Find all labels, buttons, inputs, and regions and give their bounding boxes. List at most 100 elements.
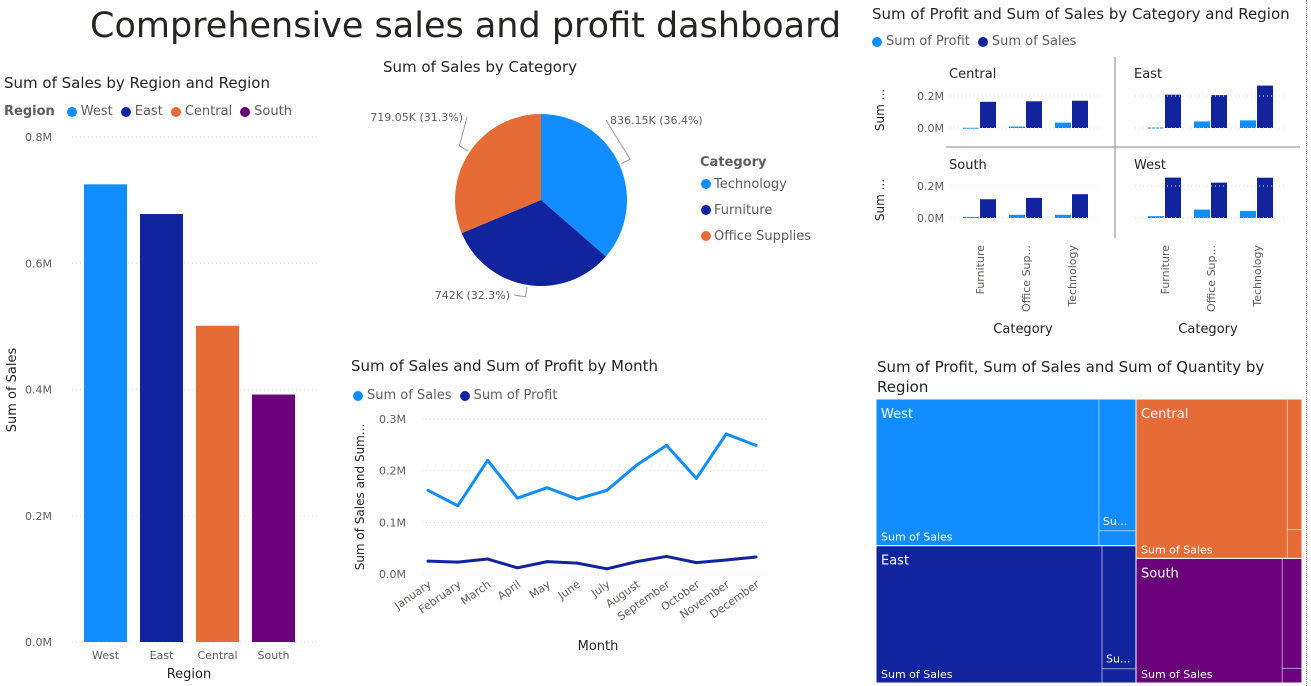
sm-yaxis-label: Sum ... [873,89,887,131]
pie-legend-title: Category [700,155,767,170]
legend-swatch-sales [353,390,363,401]
sm-xtick-label: Technology [1251,245,1264,308]
pie-legend-item-technology: Technology [713,177,787,192]
bar-central [196,325,239,642]
sm-bar-sales [1211,182,1227,218]
legend-central[interactable]: Central [185,104,232,119]
legend-swatch-profit [459,390,470,401]
line-point [545,486,549,490]
treemap-tile-label: Sum of Sales [881,531,953,544]
sm-bar-sales [1257,177,1273,218]
treemap-subtile-label: Su... [1103,515,1127,528]
sm-bar-sales [1026,197,1042,218]
sm-bar-sales [1165,177,1181,218]
legend-west[interactable]: West [81,104,113,119]
legend-swatch-east [120,106,131,117]
line-chart-legend[interactable]: Sum of Sales Sum of Profit [347,388,557,403]
line-point [426,488,430,492]
sm-panel-title-east: East [1134,67,1162,82]
treemap-tile-central [1135,399,1302,559]
line-point [456,504,460,508]
legend-swatch-profit-sm [872,36,882,47]
line-series-sum-of-profit [427,554,757,571]
line-chart-title: Sum of Sales and Sum of Profit by Month [351,357,659,375]
line-point [605,488,609,492]
bar-ytick-label: 0.2M [25,510,52,523]
line-point [515,566,519,570]
pie-data-label: 742K (32.3%) [435,289,510,302]
small-multiples-title: Sum of Profit and Sum of Sales by Catego… [872,5,1290,23]
sm-xaxis-label: Category [1178,322,1238,337]
sm-bar-sales [980,101,996,128]
pie-chart-title: Sum of Sales by Category [383,58,578,76]
bar-xtick-label: Central [197,649,237,662]
bar-xtick-label: East [150,649,174,662]
pie-data-label: 836.15K (36.4%) [610,114,703,127]
bar-west [84,184,127,642]
legend-swatch-west [66,106,77,117]
line-ytick-label: 0.0M [379,568,406,581]
sm-panel-title-central: Central [949,67,996,82]
pie-data-label: 719.05K (31.3%) [370,111,463,124]
legend-sm-sum-of-sales[interactable]: Sum of Sales [992,34,1077,49]
line-xtick-label: March [458,578,493,608]
sm-bar-sales [1072,194,1088,218]
treemap-title: Sum of Profit, Sum of Sales and Sum of Q… [877,358,1265,396]
profit-sales-quantity-treemap: West Sum of Sales Su... East Sum of Sales Su.… [876,399,1302,683]
bar-ytick-label: 0.6M [25,257,52,270]
line-ytick-label: 0.3M [379,413,406,426]
sm-xtick-label: Furniture [1159,245,1172,295]
sm-panel-title-south: South [949,158,987,173]
line-point [515,496,519,500]
legend-swatch-central [170,106,181,117]
bar-chart-title: Sum of Sales by Region and Region [4,74,270,92]
line-xaxis-label: Month [578,639,619,654]
line-point [456,560,460,564]
treemap-region-label-south: South [1141,566,1179,581]
legend-sum-of-profit[interactable]: Sum of Profit [474,388,558,403]
line-point [486,557,490,561]
sm-ytick-label: 0.2M [917,180,944,193]
treemap-tile-east [876,545,1137,683]
sm-bar-sales [1072,100,1088,128]
line-xtick-label: May [527,578,553,602]
pie-legend-item-office-supplies: Office Supplies [714,229,811,244]
line-point [724,558,728,562]
sales-by-region-bar-chart: 0.0M 0.2M 0.4M 0.6M 0.8M West East Central South… [5,131,318,682]
legend-sum-of-sales[interactable]: Sum of Sales [367,388,452,403]
bar-chart-legend[interactable]: Region West East Central South [4,104,292,119]
bar-ytick-label: 0.4M [25,384,52,397]
line-series-sum-of-sales [427,432,757,508]
pie-legend-swatch [701,179,711,189]
sm-ytick-label: 0.0M [917,212,944,225]
pie-leader-line [513,286,528,298]
line-point [486,458,490,462]
line-point [605,567,609,571]
sales-profit-by-month-line-chart: 0.0M0.1M0.2M0.3MJanuaryFebruaryMarch Apri… [353,413,770,654]
line-point [665,554,669,558]
legend-east[interactable]: East [135,104,163,119]
sm-bar-profit [1240,120,1256,128]
legend-sm-sum-of-profit[interactable]: Sum of Profit [886,34,970,49]
treemap-tile-label: Sum of Sales [1141,668,1213,681]
treemap-tile-label: Sum of Sales [881,668,953,681]
line-point [665,443,669,447]
sm-bar-sales [1211,95,1227,128]
sm-xaxis-label: Category [993,322,1053,337]
line-yaxis-label: Sum of Sales and Sum... [353,424,367,571]
treemap-region-label-central: Central [1141,407,1188,422]
line-ytick-label: 0.1M [379,516,406,529]
treemap-region-label-east: East [881,554,909,569]
sm-bar-profit [1194,209,1210,218]
line-point [545,560,549,564]
bar-ytick-label: 0.0M [25,636,52,649]
sm-yaxis-label: Sum ... [873,179,887,221]
small-multiples-legend[interactable]: Sum of Profit Sum of Sales [866,34,1076,49]
line-point [694,561,698,565]
sm-bar-profit [1240,210,1256,218]
line-ytick-label: 0.2M [379,465,406,478]
legend-south[interactable]: South [254,104,292,119]
sm-bar-profit [1194,121,1210,128]
line-point [635,560,639,564]
sm-ytick-label: 0.2M [917,90,944,103]
